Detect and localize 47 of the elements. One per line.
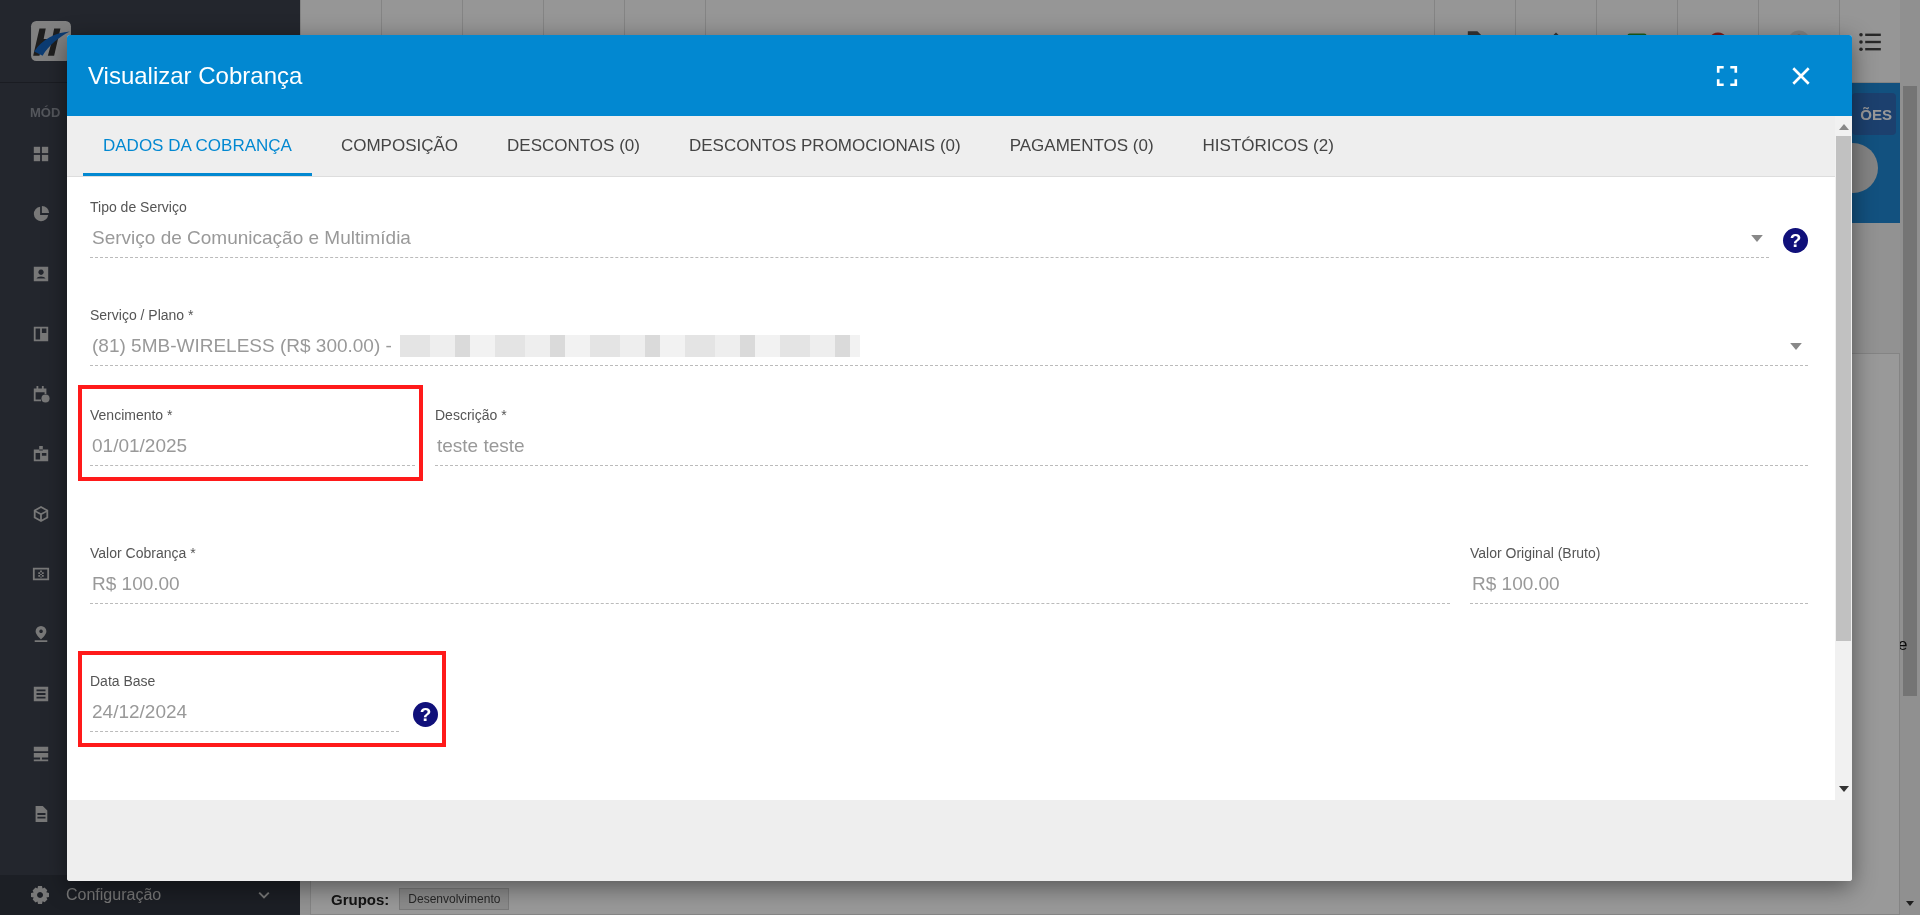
chevron-down-icon bbox=[258, 891, 270, 899]
tab[interactable]: DESCONTOS PROMOCIONAIS (0) bbox=[668, 116, 981, 176]
help-icon[interactable]: ? bbox=[413, 702, 438, 727]
contact-card-icon[interactable] bbox=[32, 265, 50, 283]
tab[interactable]: DESCONTOS (0) bbox=[487, 116, 660, 176]
caret-icon bbox=[1790, 342, 1802, 350]
field-label: Descrição * bbox=[435, 407, 508, 423]
fullscreen-icon[interactable] bbox=[1716, 64, 1738, 87]
select-field[interactable]: (81) 5MB-WIRELESS (R$ 300.00) - bbox=[90, 331, 1808, 366]
scrollbar[interactable] bbox=[1900, 0, 1920, 915]
tab[interactable]: HISTÓRICOS (2) bbox=[1182, 116, 1354, 176]
location-pin-icon[interactable] bbox=[32, 625, 50, 643]
grid-icon[interactable] bbox=[32, 145, 50, 163]
scroll-arrow-icon[interactable] bbox=[1838, 786, 1849, 792]
input-field[interactable]: teste teste bbox=[435, 431, 1808, 466]
scroll-arrow-icon[interactable] bbox=[1905, 901, 1915, 907]
field-label: Serviço / Plano * bbox=[90, 307, 195, 323]
logo-icon[interactable] bbox=[30, 20, 72, 62]
tag: Desenvolvimento bbox=[399, 888, 510, 910]
list-page-icon[interactable] bbox=[32, 685, 50, 703]
field-label: Tipo de Serviço bbox=[90, 199, 188, 215]
help-icon[interactable]: ? bbox=[1783, 228, 1808, 253]
pie-chart-icon[interactable] bbox=[32, 205, 50, 223]
input-field[interactable]: 01/01/2025 bbox=[90, 431, 415, 466]
field-label: Valor Original (Bruto) bbox=[1470, 545, 1602, 561]
tab[interactable]: COMPOSIÇÃO bbox=[320, 116, 479, 176]
banknote-icon[interactable] bbox=[32, 565, 50, 583]
input-field[interactable]: R$ 100.00 bbox=[1470, 569, 1808, 604]
cube-icon[interactable] bbox=[32, 505, 50, 523]
field-label: Valor Cobrança * bbox=[90, 545, 197, 561]
scrollbar[interactable] bbox=[1835, 116, 1852, 800]
input-field[interactable]: 24/12/2024 bbox=[90, 697, 399, 732]
calendar-clock-icon[interactable] bbox=[32, 385, 50, 403]
input-field[interactable]: R$ 100.00 bbox=[90, 569, 1450, 604]
action-button[interactable]: ÕES bbox=[1852, 93, 1896, 135]
server-icon[interactable] bbox=[32, 745, 50, 763]
settings-icon bbox=[30, 885, 50, 905]
field-label: Data Base bbox=[90, 673, 157, 689]
groups-label: Grupos: bbox=[331, 890, 390, 908]
caret-icon bbox=[1751, 234, 1763, 242]
select-field[interactable]: Serviço de Comunicação e Multimídia bbox=[90, 223, 1769, 258]
tab[interactable]: PAGAMENTOS (0) bbox=[989, 116, 1174, 176]
field-label: Vencimento * bbox=[90, 407, 174, 423]
dialog-title: Visualizar Cobrança bbox=[88, 61, 304, 90]
menu-icon[interactable] bbox=[1858, 30, 1882, 54]
board-icon[interactable] bbox=[32, 325, 50, 343]
badge-icon[interactable] bbox=[32, 445, 50, 463]
